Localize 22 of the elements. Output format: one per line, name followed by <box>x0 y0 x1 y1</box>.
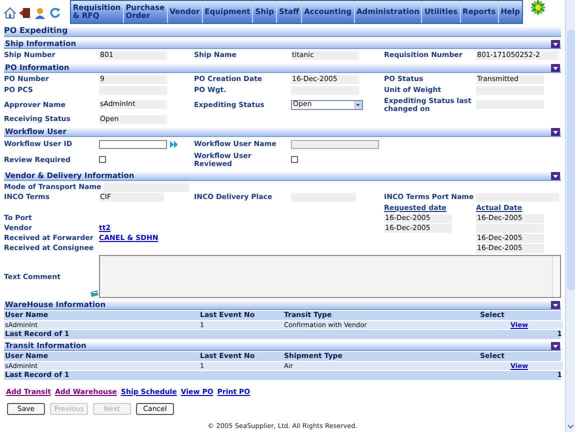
edit-note-icon[interactable] <box>91 290 99 297</box>
collapse-icon[interactable] <box>551 64 560 72</box>
checkbox[interactable] <box>99 156 106 164</box>
checkbox[interactable] <box>291 156 298 164</box>
collapse-icon[interactable] <box>551 300 560 309</box>
collapse-icon[interactable] <box>551 128 560 136</box>
dropdown-arrow-icon <box>354 100 362 109</box>
collapse-icon[interactable] <box>551 342 560 350</box>
textarea-scrollbar[interactable] <box>552 256 560 297</box>
page-title: PO Expediting <box>4 26 68 36</box>
refresh-icon[interactable] <box>49 7 61 19</box>
collapse-icon[interactable] <box>551 40 560 48</box>
user-name-field[interactable] <box>291 140 379 149</box>
user-id-field[interactable] <box>99 140 167 149</box>
exit-door-icon[interactable] <box>19 7 31 19</box>
collapse-icon[interactable] <box>551 172 560 180</box>
double-arrow-icon[interactable] <box>170 140 179 148</box>
scroll-down-icon[interactable] <box>567 424 574 430</box>
home-icon[interactable] <box>4 7 16 19</box>
comment-field[interactable] <box>99 254 561 298</box>
user-icon[interactable] <box>34 7 46 19</box>
scrollbar[interactable] <box>565 0 575 432</box>
